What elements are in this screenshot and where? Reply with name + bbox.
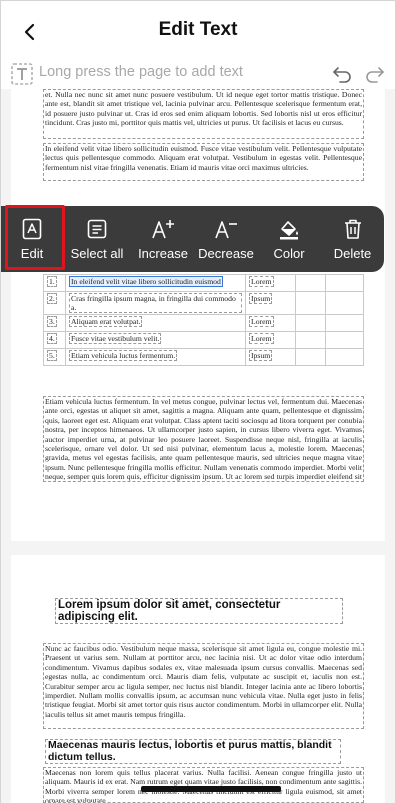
redaction-bar xyxy=(141,786,281,792)
color-fill-icon xyxy=(276,217,302,241)
table-row: 5. Etiam vehicula luctus fermentum. Ipsu… xyxy=(43,348,364,366)
table-cell-value[interactable]: Ipsum xyxy=(249,293,273,304)
increase-menu-item[interactable]: Increase xyxy=(131,206,195,272)
table-cell-number[interactable]: 2. xyxy=(47,293,57,304)
heading-block[interactable]: Lorem ipsum dolor sit amet, consectetur … xyxy=(55,598,343,624)
table-row: 2. Cras fringilla ipsum magna, in fringi… xyxy=(43,291,364,315)
text-block[interactable]: Nunc ac faucibus odio. Vestibulum neque … xyxy=(43,643,364,729)
text-block[interactable]: Maecenas non lorem quis tellus placerat … xyxy=(43,767,364,803)
table-cell-value[interactable]: Lorem xyxy=(249,316,274,327)
document-page-1[interactable]: et. Nulla nec nunc sit amet nunc posuere… xyxy=(11,89,385,541)
decrease-label: Decrease xyxy=(198,246,254,261)
table-cell-text[interactable]: Cras fringilla ipsum magna, in fringilla… xyxy=(69,293,242,313)
color-menu-item[interactable]: Color xyxy=(257,206,321,272)
decrease-font-icon xyxy=(213,217,239,241)
select-all-label: Select all xyxy=(70,246,124,261)
table-cell-value[interactable]: Ipsum xyxy=(249,350,273,361)
table-cell-text-selected[interactable]: In eleifend velit vitae libero sollicitu… xyxy=(69,276,223,287)
page-title: Edit Text xyxy=(158,19,238,40)
table-cell-number[interactable]: 4. xyxy=(47,333,57,344)
table-cell-text[interactable]: Aliquam erat volutpat. xyxy=(69,316,143,327)
document-viewer[interactable]: et. Nulla nec nunc sit amet nunc posuere… xyxy=(1,89,395,803)
table-cell-text[interactable]: Fusce vitae vestibulum velit. xyxy=(69,333,162,344)
table-row: 4. Fusce vitae vestibulum velit. Lorem xyxy=(43,331,364,349)
trash-icon xyxy=(340,217,366,241)
table-row: 3. Aliquam erat volutpat. Lorem xyxy=(43,314,364,332)
add-text-hint: Long press the page to add text xyxy=(39,64,243,80)
undo-icon xyxy=(333,67,351,83)
edit-toolbar: Long press the page to add text xyxy=(1,59,395,89)
table-cell-value[interactable]: Lorem xyxy=(249,276,274,287)
delete-label: Delete xyxy=(333,246,372,261)
text-block[interactable]: et. Nulla nec nunc sit amet nunc posuere… xyxy=(43,89,364,139)
text-block[interactable]: Etiam vehicula luctus fermentum. In vel … xyxy=(43,396,364,482)
table-cell-number[interactable]: 3. xyxy=(47,316,57,327)
table-row: 1. In eleifend velit vitae libero sollic… xyxy=(43,274,364,292)
table-cell-text[interactable]: Etiam vehicula luctus fermentum. xyxy=(69,350,178,361)
increase-font-icon xyxy=(150,217,176,241)
edit-label: Edit xyxy=(20,246,44,261)
increase-label: Increase xyxy=(138,246,188,261)
delete-menu-item[interactable]: Delete xyxy=(321,206,384,272)
data-table: 1. In eleifend velit vitae libero sollic… xyxy=(43,274,364,366)
heading-block[interactable]: Maecenas mauris lectus, lobortis et puru… xyxy=(45,739,341,764)
edit-menu-item[interactable]: Edit xyxy=(1,206,63,272)
edit-text-icon xyxy=(19,217,45,241)
chevron-left-icon xyxy=(24,23,35,41)
table-cell-number[interactable]: 5. xyxy=(47,350,57,361)
redo-icon xyxy=(366,67,384,83)
text-context-menu: Edit Select all Increase Decrease Color … xyxy=(1,206,384,272)
table-cell-value[interactable]: Lorem xyxy=(249,333,274,344)
back-button[interactable] xyxy=(17,19,43,45)
select-all-menu-item[interactable]: Select all xyxy=(63,206,131,272)
table-cell-number[interactable]: 1. xyxy=(47,276,57,287)
decrease-menu-item[interactable]: Decrease xyxy=(195,206,257,272)
select-all-icon xyxy=(84,217,110,241)
color-label: Color xyxy=(273,246,305,261)
app-frame: Edit Text Long press the page to add tex… xyxy=(0,0,396,804)
document-page-2[interactable]: Lorem ipsum dolor sit amet, consectetur … xyxy=(11,555,385,803)
text-box-icon[interactable] xyxy=(10,62,34,86)
top-bar: Edit Text xyxy=(1,1,395,59)
redo-button[interactable] xyxy=(364,63,386,85)
undo-button[interactable] xyxy=(331,63,353,85)
text-block[interactable]: In eleifend velit vitae libero sollicitu… xyxy=(43,143,364,181)
